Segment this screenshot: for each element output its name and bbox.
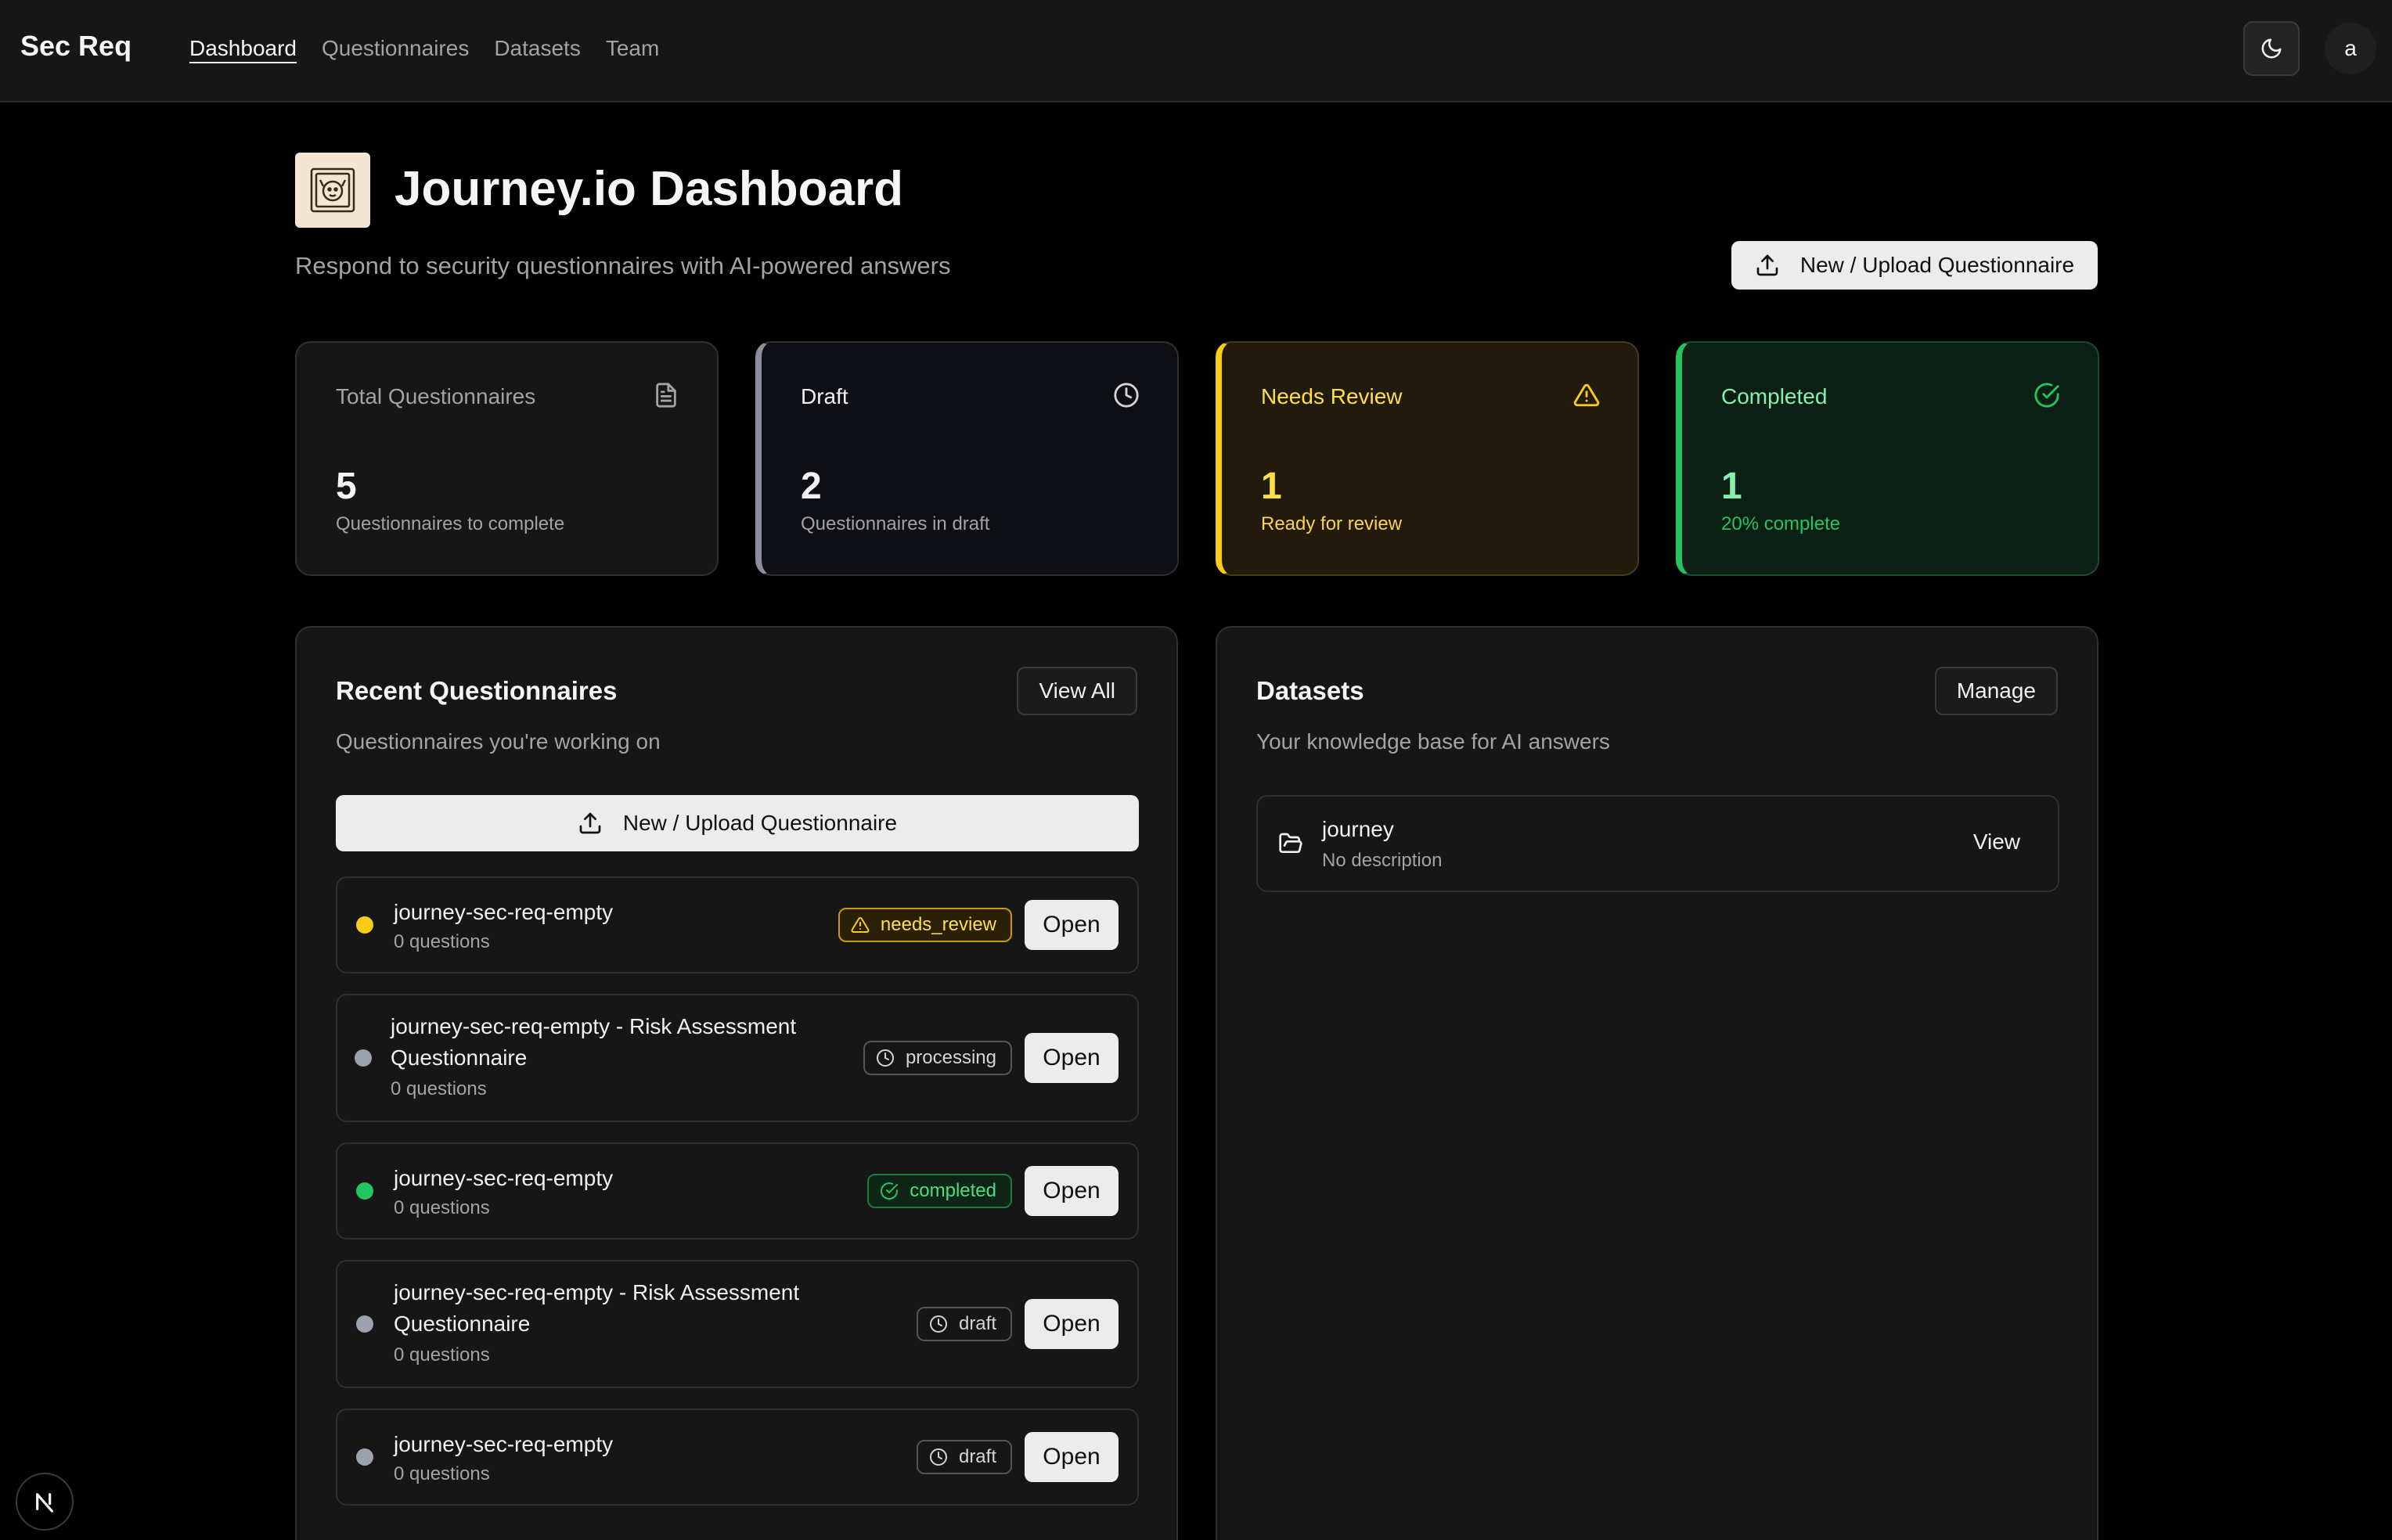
dataset-view-button[interactable]: View [1973, 829, 2020, 855]
moon-icon [2261, 38, 2282, 59]
questionnaire-name: journey-sec-req-empty - Risk Assessment … [391, 1014, 797, 1070]
nav-datasets[interactable]: Datasets [494, 34, 581, 63]
questionnaire-list: journey-sec-req-empty 0 questions needs_… [336, 876, 1139, 1526]
check-circle-icon [2034, 383, 2059, 408]
recent-questionnaires-panel: Recent Questionnaires Questionnaires you… [295, 626, 1178, 1540]
main-nav: Dashboard Questionnaires Datasets Team [189, 34, 659, 63]
question-count: 0 questions [394, 1197, 490, 1218]
questionnaire-row[interactable]: journey-sec-req-empty 0 questions draft … [336, 1409, 1139, 1506]
questionnaire-row[interactable]: journey-sec-req-empty 0 questions comple… [336, 1142, 1139, 1240]
dataset-description: No description [1322, 850, 1443, 871]
top-navbar: Sec Req Dashboard Questionnaires Dataset… [0, 0, 2392, 103]
status-dot [356, 1182, 373, 1200]
status-badge-label: completed [910, 1180, 996, 1201]
stat-card-draft: Draft 2 Questionnaires in draft [755, 341, 1179, 576]
datasets-panel: Datasets Your knowledge base for AI answ… [1216, 626, 2098, 1540]
document-icon [656, 383, 676, 408]
status-dot [356, 1448, 373, 1466]
status-dot [355, 1049, 372, 1067]
theme-toggle-button[interactable] [2243, 21, 2300, 76]
nav-team[interactable]: Team [606, 34, 659, 63]
company-logo [295, 153, 370, 228]
stat-value: 1 [1261, 466, 1282, 507]
open-button[interactable]: Open [1025, 1033, 1119, 1083]
question-count: 0 questions [394, 1344, 490, 1365]
nextjs-logo-icon [36, 1493, 53, 1513]
open-button[interactable]: Open [1025, 1432, 1119, 1482]
open-button[interactable]: Open [1025, 1299, 1119, 1349]
app-brand[interactable]: Sec Req [20, 30, 131, 63]
upload-questionnaire-label: New / Upload Questionnaire [1799, 253, 2075, 277]
status-badge-label: draft [958, 1446, 996, 1467]
status-dot [356, 916, 373, 934]
stat-value: 2 [801, 466, 822, 507]
upload-questionnaire-button[interactable]: New / Upload Questionnaire [1731, 241, 2098, 290]
panel-title: Recent Questionnaires [336, 676, 618, 705]
dataset-item[interactable]: journey No description View [1256, 795, 2059, 892]
warning-icon [851, 916, 870, 933]
stat-label: Draft [801, 384, 848, 408]
upload-questionnaire-button[interactable]: New / Upload Questionnaire [336, 795, 1139, 851]
check-circle-icon [881, 1182, 899, 1200]
status-badge: processing [863, 1041, 1012, 1075]
company-logo-icon [310, 167, 355, 213]
status-badge-label: processing [905, 1047, 996, 1068]
question-count: 0 questions [391, 1078, 487, 1099]
warning-icon [1573, 383, 1600, 407]
open-button[interactable]: Open [1025, 900, 1119, 950]
dataset-name: journey [1322, 817, 1394, 841]
clock-icon [929, 1315, 947, 1333]
nav-dashboard[interactable]: Dashboard [189, 34, 297, 63]
stat-sub: Questionnaires in draft [801, 513, 990, 534]
questionnaire-row[interactable]: journey-sec-req-empty - Risk Assessment … [336, 1260, 1139, 1388]
stat-label: Needs Review [1261, 384, 1403, 408]
open-button[interactable]: Open [1025, 1166, 1119, 1216]
stat-card-needs-review: Needs Review 1 Ready for review [1216, 341, 1639, 576]
panel-title: Datasets [1256, 676, 1364, 705]
clock-icon [929, 1448, 947, 1466]
nextjs-dev-badge[interactable] [16, 1473, 74, 1531]
stat-value: 1 [1721, 466, 1742, 507]
nav-questionnaires[interactable]: Questionnaires [322, 34, 469, 63]
page-subtitle: Respond to security questionnaires with … [295, 252, 951, 279]
status-badge: draft [916, 1307, 1012, 1341]
stat-sub: 20% complete [1721, 513, 1841, 534]
status-badge: draft [916, 1440, 1012, 1474]
view-all-button[interactable]: View All [1017, 667, 1137, 715]
upload-questionnaire-label: New / Upload Questionnaire [622, 811, 898, 835]
status-badge: completed [867, 1174, 1012, 1208]
manage-datasets-button[interactable]: Manage [1934, 667, 2058, 715]
status-badge-label: draft [958, 1313, 996, 1334]
stat-label: Total Questionnaires [336, 384, 536, 408]
clock-icon [1114, 383, 1139, 408]
upload-icon [1756, 254, 1778, 276]
stat-label: Completed [1721, 384, 1828, 408]
questionnaire-name: journey-sec-req-empty [394, 900, 614, 924]
folder-open-icon [1279, 833, 1302, 853]
page-title: Journey.io Dashboard [394, 162, 903, 216]
questionnaire-row[interactable]: journey-sec-req-empty - Risk Assessment … [336, 994, 1139, 1122]
panel-description: Questionnaires you're working on [336, 729, 661, 754]
questionnaire-name: journey-sec-req-empty - Risk Assessment … [394, 1280, 800, 1336]
upload-icon [579, 812, 601, 834]
questionnaire-row[interactable]: journey-sec-req-empty 0 questions needs_… [336, 876, 1139, 973]
status-badge: needs_review [838, 908, 1012, 942]
clock-icon [876, 1049, 894, 1067]
stat-card-completed: Completed 1 20% complete [1676, 341, 2099, 576]
stat-sub: Ready for review [1261, 513, 1403, 534]
questionnaire-name: journey-sec-req-empty [394, 1432, 614, 1456]
panel-description: Your knowledge base for AI answers [1256, 729, 1610, 754]
stat-card-total: Total Questionnaires 5 Questionnaires to… [295, 341, 719, 576]
user-avatar[interactable]: a [2325, 23, 2376, 74]
questionnaire-name: journey-sec-req-empty [394, 1166, 614, 1190]
stat-sub: Questionnaires to complete [336, 513, 565, 534]
question-count: 0 questions [394, 1463, 490, 1484]
status-badge-label: needs_review [880, 914, 996, 935]
stat-value: 5 [336, 466, 357, 507]
question-count: 0 questions [394, 931, 490, 952]
status-dot [356, 1315, 373, 1333]
